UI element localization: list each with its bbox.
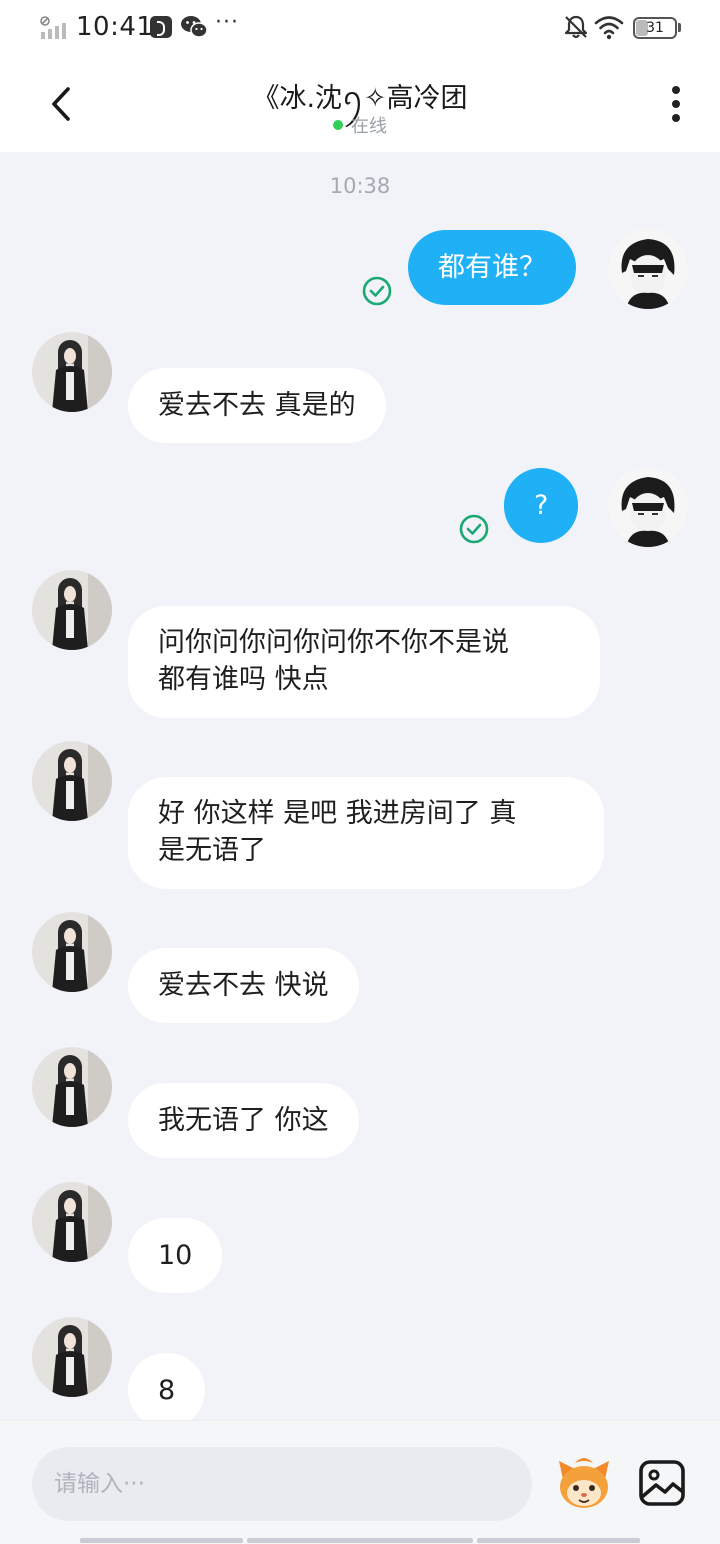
nav-indicator (247, 1538, 473, 1543)
read-check-icon (459, 514, 489, 544)
read-check-icon (362, 276, 392, 306)
presence-status: 在线 (260, 112, 460, 138)
message-bubble-incoming[interactable]: 爱去不去 真是的 (128, 368, 386, 443)
chat-header: 《冰.沈ꪆ✧高冷团 在线 (0, 56, 720, 152)
contact-avatar[interactable] (32, 912, 112, 992)
signal-icon (40, 16, 66, 39)
message-bubble-outgoing[interactable]: ? (504, 468, 579, 543)
more-options-button[interactable] (660, 80, 692, 128)
message-input[interactable] (32, 1447, 532, 1521)
presence-label: 在线 (351, 116, 387, 137)
chat-area[interactable]: 10:38 都有谁？ 爱去不去 真是的 ? 问你问你问你问你不你不是说 都有谁吗… (0, 152, 720, 1428)
message-bubble-incoming[interactable]: 好 你这样 是吧 我进房间了 真 是无语了 (128, 777, 604, 889)
message-bubble-incoming[interactable]: 8 (128, 1353, 206, 1428)
mute-icon (564, 15, 588, 39)
my-avatar[interactable] (608, 467, 688, 547)
battery-icon: 31 (633, 17, 677, 39)
wechat-icon (181, 16, 208, 38)
my-avatar[interactable] (608, 229, 688, 309)
dot (672, 100, 680, 108)
emoji-sticker-button[interactable] (553, 1451, 615, 1513)
message-timestamp: 10:38 (329, 174, 391, 198)
nav-indicator (80, 1538, 243, 1543)
message-bubble-outgoing[interactable]: 都有谁？ (408, 230, 576, 305)
message-bubble-incoming[interactable]: 我无语了 你这 (128, 1083, 359, 1158)
message-bubble-incoming[interactable]: 10 (128, 1218, 223, 1293)
back-button[interactable] (36, 78, 88, 130)
contact-avatar[interactable] (32, 1047, 112, 1127)
battery-level: 31 (646, 20, 664, 36)
music-app-icon (150, 16, 172, 38)
message-bubble-incoming[interactable]: 爱去不去 快说 (128, 948, 359, 1023)
contact-avatar[interactable] (32, 570, 112, 650)
more-notifications-icon: ··· (215, 10, 239, 35)
contact-avatar[interactable] (32, 741, 112, 821)
nav-indicator (477, 1538, 640, 1543)
message-bubble-incoming[interactable]: 问你问你问你问你不你不是说 都有谁吗 快点 (128, 606, 600, 718)
contact-avatar[interactable] (32, 1182, 112, 1262)
contact-avatar[interactable] (32, 332, 112, 412)
image-picker-button[interactable] (638, 1459, 686, 1507)
battery-cap (678, 23, 681, 32)
dot (672, 114, 680, 122)
status-bar: 10:41 ··· 31 (0, 0, 720, 56)
message-input-bar (0, 1420, 720, 1544)
online-dot-icon (333, 120, 343, 130)
wifi-icon (594, 16, 624, 40)
contact-avatar[interactable] (32, 1317, 112, 1397)
status-time: 10:41 (76, 12, 154, 42)
dot (672, 86, 680, 94)
